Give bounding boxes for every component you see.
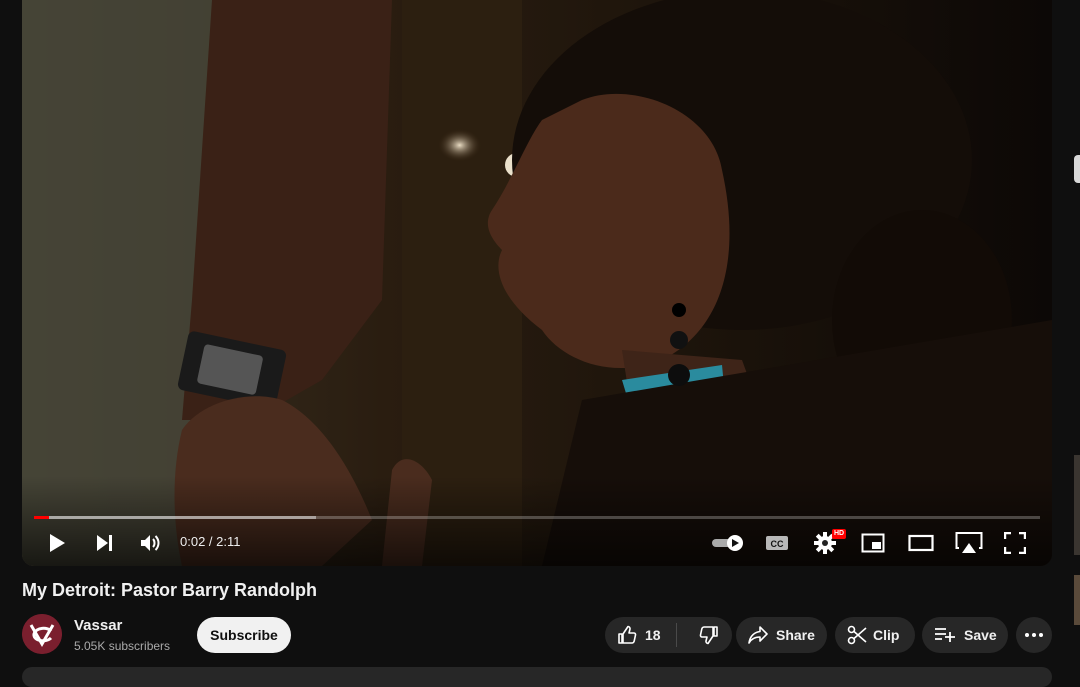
current-time: 0:02 [180,534,206,549]
cast-button[interactable] [954,530,984,556]
cast-icon [955,532,983,553]
captions-icon: CC [766,536,788,550]
theater-icon [908,534,934,552]
like-divider [676,623,677,647]
time-separator: / [205,534,217,549]
thumbs-down-icon [699,626,718,645]
clip-label: Clip [873,627,900,643]
autoplay-toggle-icon [712,535,743,551]
sidebar-peek-3 [1074,575,1080,625]
time-display: 0:02 / 2:11 [180,534,241,549]
vassar-logo-icon [22,614,62,654]
svg-text:CC: CC [771,539,784,549]
playlist-add-icon [935,628,955,642]
dislike-button[interactable] [685,617,732,653]
subscribe-button[interactable]: Subscribe [197,617,291,653]
save-button[interactable]: Save [922,617,1008,653]
next-icon [97,535,112,551]
volume-icon [141,535,160,551]
progress-bar[interactable] [34,516,1040,519]
next-button[interactable] [92,530,118,556]
controls-gradient [22,476,1052,566]
like-count: 18 [645,627,661,643]
channel-avatar[interactable] [22,614,62,654]
play-icon [50,534,65,552]
like-dislike-group: 18 [605,617,732,653]
scissors-icon [847,625,867,645]
channel-name[interactable]: Vassar [74,617,122,634]
duration: 2:11 [216,534,241,549]
like-button[interactable]: 18 [605,617,676,653]
miniplayer-button[interactable] [860,530,886,556]
more-horizontal-icon [1025,633,1043,637]
volume-button[interactable] [138,530,164,556]
share-label: Share [776,627,815,643]
sidebar-peek-1 [1074,155,1080,183]
subscriber-count: 5.05K subscribers [74,639,171,653]
fullscreen-icon [1004,532,1026,554]
clip-button[interactable]: Clip [835,617,915,653]
autoplay-toggle[interactable] [708,530,748,556]
captions-button[interactable]: CC [762,530,792,556]
share-arrow-icon [748,626,768,644]
video-title: My Detroit: Pastor Barry Randolph [22,580,318,600]
hd-badge: HD [832,529,847,539]
fullscreen-button[interactable] [1002,530,1028,556]
theater-button[interactable] [906,530,936,556]
thumbs-up-icon [618,625,637,644]
miniplayer-icon [861,533,885,553]
video-player[interactable]: 0:02 / 2:11 CC HD [22,0,1052,566]
description-box[interactable] [22,667,1052,687]
more-actions-button[interactable] [1016,617,1052,653]
progress-played [34,516,50,519]
sidebar-peek-2 [1074,455,1080,555]
share-button[interactable]: Share [736,617,827,653]
play-button[interactable] [44,530,70,556]
save-label: Save [964,627,997,643]
progress-buffered [34,516,316,519]
